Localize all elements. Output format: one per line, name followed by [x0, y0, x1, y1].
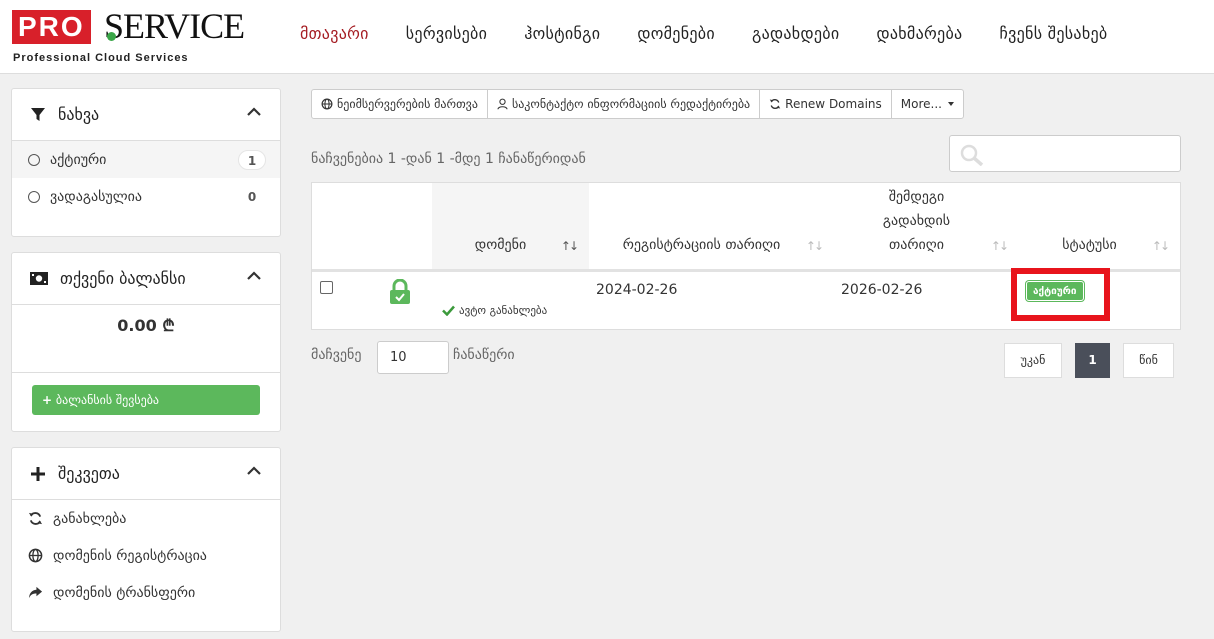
- lock-icon: [390, 279, 410, 304]
- sidebar-item-label: განახლება: [53, 510, 127, 527]
- nav-domains[interactable]: დომენები: [637, 24, 715, 43]
- auto-renew-label: ავტო განახლება: [459, 304, 548, 317]
- user-icon: [497, 98, 508, 110]
- globe-icon: [321, 98, 333, 110]
- add-funds-label: ბალანსის შევსება: [55, 393, 160, 407]
- proservice-logo[interactable]: PRO SERVICE Professional Cloud Services: [12, 6, 245, 66]
- search-input[interactable]: [949, 135, 1181, 172]
- globe-icon: [28, 548, 43, 563]
- nav-hosting[interactable]: ჰოსტინგი: [524, 24, 600, 43]
- nav-support[interactable]: დახმარება: [876, 24, 962, 43]
- filter-item-label: ვადაგასულია: [50, 188, 142, 205]
- balance-panel-header[interactable]: თქვენი ბალანსი: [12, 253, 280, 305]
- chevron-up-icon[interactable]: [246, 270, 262, 282]
- manage-nameservers-label: ნეიმსერვერების მართვა: [337, 97, 478, 111]
- column-header-label: შემდეგი გადახდის თარიღი: [834, 185, 999, 257]
- order-panel-title: შეკვეთა: [58, 464, 120, 483]
- row-checkbox[interactable]: [320, 281, 333, 294]
- filter-panel: ნახვა აქტიური 1 ვადაგასულია 0: [11, 88, 281, 237]
- column-header-label: რეგისტრაციის თარიღი: [622, 237, 781, 253]
- search-icon: [960, 144, 984, 166]
- filter-icon: [31, 107, 45, 121]
- domains-table: დომენი ↑↓ რეგისტრაციის თარიღი ↑↓ შემდეგი…: [311, 182, 1181, 330]
- renew-domains-label: Renew Domains: [785, 97, 882, 111]
- auto-renew-status: ავტო განახლება: [442, 304, 547, 317]
- manage-nameservers-button[interactable]: ნეიმსერვერების მართვა: [312, 90, 488, 118]
- pagination-next-button[interactable]: წინ: [1123, 343, 1174, 378]
- column-header-domain[interactable]: დომენი ↑↓: [432, 183, 589, 269]
- next-due-cell: 2026-02-26: [841, 282, 923, 298]
- balance-panel-title: თქვენი ბალანსი: [60, 269, 186, 288]
- logo-dot-icon: [107, 32, 116, 41]
- nav-payments[interactable]: გადახდები: [752, 24, 839, 43]
- logo-pro-text: PRO: [12, 10, 91, 44]
- column-header-line: თარიღი: [889, 237, 944, 253]
- column-header-status[interactable]: სტატუსი ↑↓: [1019, 183, 1180, 269]
- filter-item-expired[interactable]: ვადაგასულია 0: [12, 178, 280, 215]
- show-label: მაჩვენე: [311, 347, 362, 363]
- sort-icon: ↑↓: [1151, 239, 1170, 253]
- plus-icon: +: [42, 393, 53, 407]
- logo-tagline: Professional Cloud Services: [13, 52, 189, 64]
- filter-item-label: აქტიური: [50, 151, 107, 168]
- chevron-up-icon[interactable]: [246, 465, 262, 477]
- refresh-icon: [28, 512, 43, 525]
- sidebar-item-transfer-domain[interactable]: დომენის ტრანსფერი: [12, 574, 280, 611]
- refresh-icon: [769, 99, 781, 109]
- order-panel-header[interactable]: შეკვეთა: [12, 448, 280, 500]
- add-funds-button[interactable]: + ბალანსის შევსება: [32, 385, 260, 415]
- column-header-reg-date[interactable]: რეგისტრაციის თარიღი ↑↓: [589, 183, 834, 269]
- site-header: PRO SERVICE Professional Cloud Services …: [0, 0, 1214, 74]
- reg-date-cell: 2024-02-26: [596, 282, 678, 298]
- filter-panel-title: ნახვა: [58, 105, 100, 124]
- sidebar-item-label: დომენის ტრანსფერი: [53, 584, 196, 601]
- column-header-label: სტატუსი: [1062, 237, 1117, 253]
- filter-count-badge: 0: [247, 189, 257, 204]
- plus-icon: [31, 466, 45, 481]
- column-header-label: დომენი: [474, 237, 527, 253]
- column-header-line: შემდეგი: [888, 189, 945, 205]
- check-icon: [442, 305, 455, 316]
- sidebar-item-label: დომენის რეგისტრაცია: [53, 547, 207, 564]
- logo-service-text: SERVICE: [104, 6, 245, 46]
- more-dropdown-button[interactable]: More...: [892, 90, 963, 118]
- balance-panel: თქვენი ბალანსი 0.00 ₾ + ბალანსის შევსება: [11, 252, 281, 432]
- page-length-select[interactable]: 10: [377, 341, 449, 374]
- filter-item-active[interactable]: აქტიური 1: [12, 141, 280, 178]
- sort-icon: ↑↓: [990, 239, 1009, 253]
- entries-label: ჩანაწერი: [453, 347, 515, 363]
- edit-contacts-button[interactable]: საკონტაქტო ინფორმაციის რედაქტირება: [488, 90, 761, 118]
- renew-domains-button[interactable]: Renew Domains: [760, 90, 892, 118]
- filter-count-badge: 1: [238, 149, 266, 170]
- table-info-text: ნაჩვენებია 1 -დან 1 -მდე 1 ჩანაწერიდან: [311, 151, 586, 167]
- edit-contacts-label: საკონტაქტო ინფორმაციის რედაქტირება: [511, 97, 751, 111]
- radio-icon: [28, 153, 40, 166]
- money-icon: [30, 272, 48, 285]
- balance-amount: 0.00 ₾: [12, 305, 280, 373]
- share-arrow-icon: [28, 586, 43, 599]
- caret-down-icon: [947, 102, 954, 106]
- pagination-current-page[interactable]: 1: [1075, 343, 1110, 378]
- nav-services[interactable]: სერვისები: [406, 24, 487, 43]
- sidebar-item-renew[interactable]: განახლება: [12, 500, 280, 537]
- more-label: More...: [900, 97, 942, 111]
- column-header-next-due[interactable]: შემდეგი გადახდის თარიღი ↑↓: [834, 183, 1019, 269]
- nav-about[interactable]: ჩვენს შესახებ: [999, 24, 1107, 43]
- domain-toolbar: ნეიმსერვერების მართვა საკონტაქტო ინფორმა…: [311, 89, 964, 119]
- sidebar-item-register-domain[interactable]: დომენის რეგისტრაცია: [12, 537, 280, 574]
- nav-home[interactable]: მთავარი: [300, 24, 369, 43]
- column-header-line: გადახდის: [882, 213, 951, 229]
- radio-icon: [28, 190, 40, 203]
- main-nav: მთავარი სერვისები ჰოსტინგი დომენები გადა…: [300, 24, 1145, 43]
- filter-panel-header[interactable]: ნახვა: [12, 89, 280, 141]
- order-panel: შეკვეთა განახლება დომენის რეგისტრაცია დო…: [11, 447, 281, 632]
- column-header-select: [312, 183, 432, 269]
- pagination-prev-button[interactable]: უკან: [1004, 343, 1062, 378]
- chevron-up-icon[interactable]: [246, 106, 262, 118]
- sort-icon: ↑↓: [805, 239, 824, 253]
- status-badge: აქტიური: [1026, 281, 1084, 301]
- sort-icon: ↑↓: [560, 239, 579, 253]
